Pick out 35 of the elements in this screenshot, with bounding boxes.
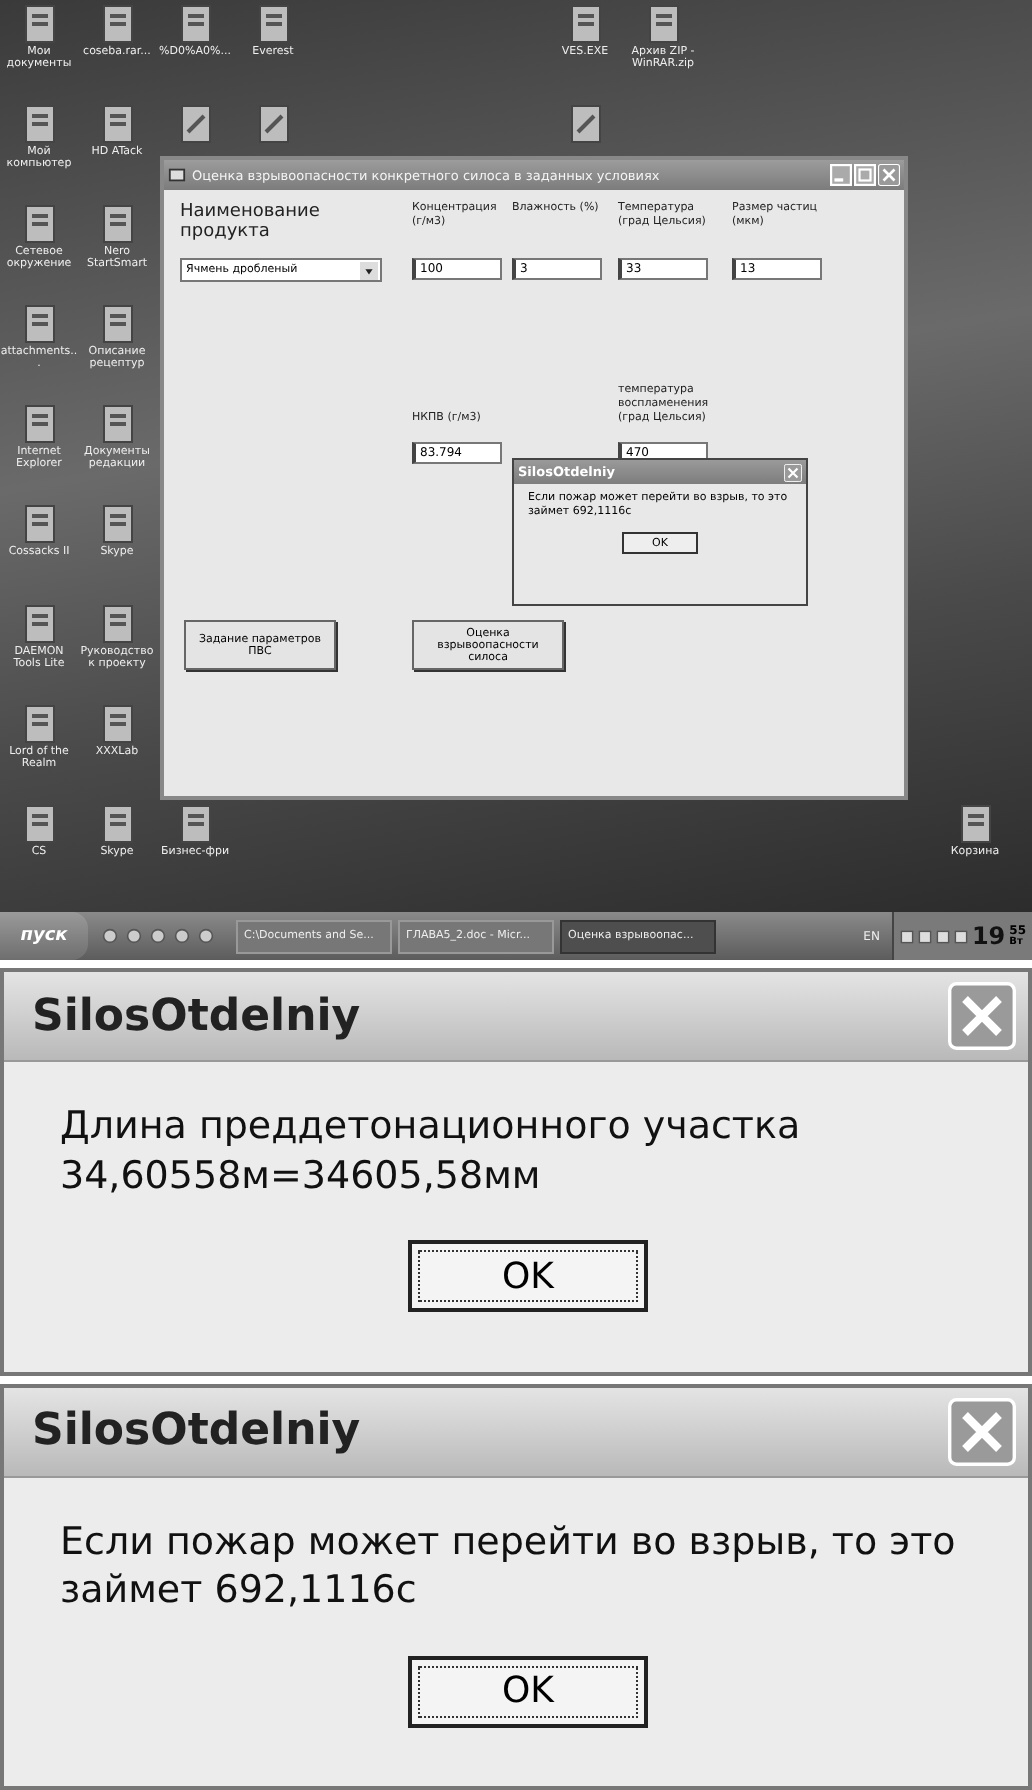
desktop-file-icon[interactable] (97, 604, 137, 644)
desktop-file-icon[interactable] (643, 4, 683, 44)
close-icon[interactable] (784, 463, 802, 481)
desktop-file-icon[interactable] (19, 4, 59, 44)
close-icon[interactable] (948, 982, 1016, 1050)
dialog-title: SilosOtdelniy (32, 991, 361, 1041)
desktop-file-icon[interactable] (97, 304, 137, 344)
desktop-file-icon[interactable] (19, 304, 59, 344)
desktop-file-icon[interactable] (19, 604, 59, 644)
desktop-file-icon[interactable] (97, 204, 137, 244)
dialog-message: Длина преддетонационного участка 34,60558м=34605,58мм (60, 1102, 803, 1201)
dialog-message: Если пожар может перейти во взрыв, то это займет 692,1116с (60, 1517, 958, 1616)
close-icon[interactable] (878, 164, 900, 186)
desktop-file-icon[interactable] (97, 4, 137, 44)
dialog-title: SilosOtdelniy (32, 1406, 361, 1456)
desktop-file-icon[interactable] (19, 204, 59, 244)
desktop-file-icon[interactable] (97, 704, 137, 744)
desktop-file-icon[interactable] (955, 804, 995, 844)
ok-button[interactable]: OK (408, 1240, 648, 1313)
desktop-file-icon[interactable] (19, 404, 59, 444)
desktop-file-icon[interactable] (253, 104, 293, 144)
product-label: Наименование продукта (180, 202, 322, 242)
start-button[interactable]: пуск (0, 912, 88, 960)
app-icon (168, 166, 186, 184)
desktop-file-icon[interactable] (565, 104, 605, 144)
desktop-file-icon[interactable] (175, 104, 215, 144)
desktop-file-icon[interactable] (97, 504, 137, 544)
desktop-file-icon[interactable] (97, 104, 137, 144)
clock-hours: 19 (971, 922, 1006, 950)
ok-button[interactable]: OK (408, 1655, 648, 1728)
desktop-file-icon[interactable] (19, 504, 59, 544)
desktop-file-icon[interactable] (175, 4, 215, 44)
desktop-file-icon[interactable] (19, 704, 59, 744)
desktop-file-icon[interactable] (97, 404, 137, 444)
close-icon[interactable] (948, 1397, 1016, 1465)
